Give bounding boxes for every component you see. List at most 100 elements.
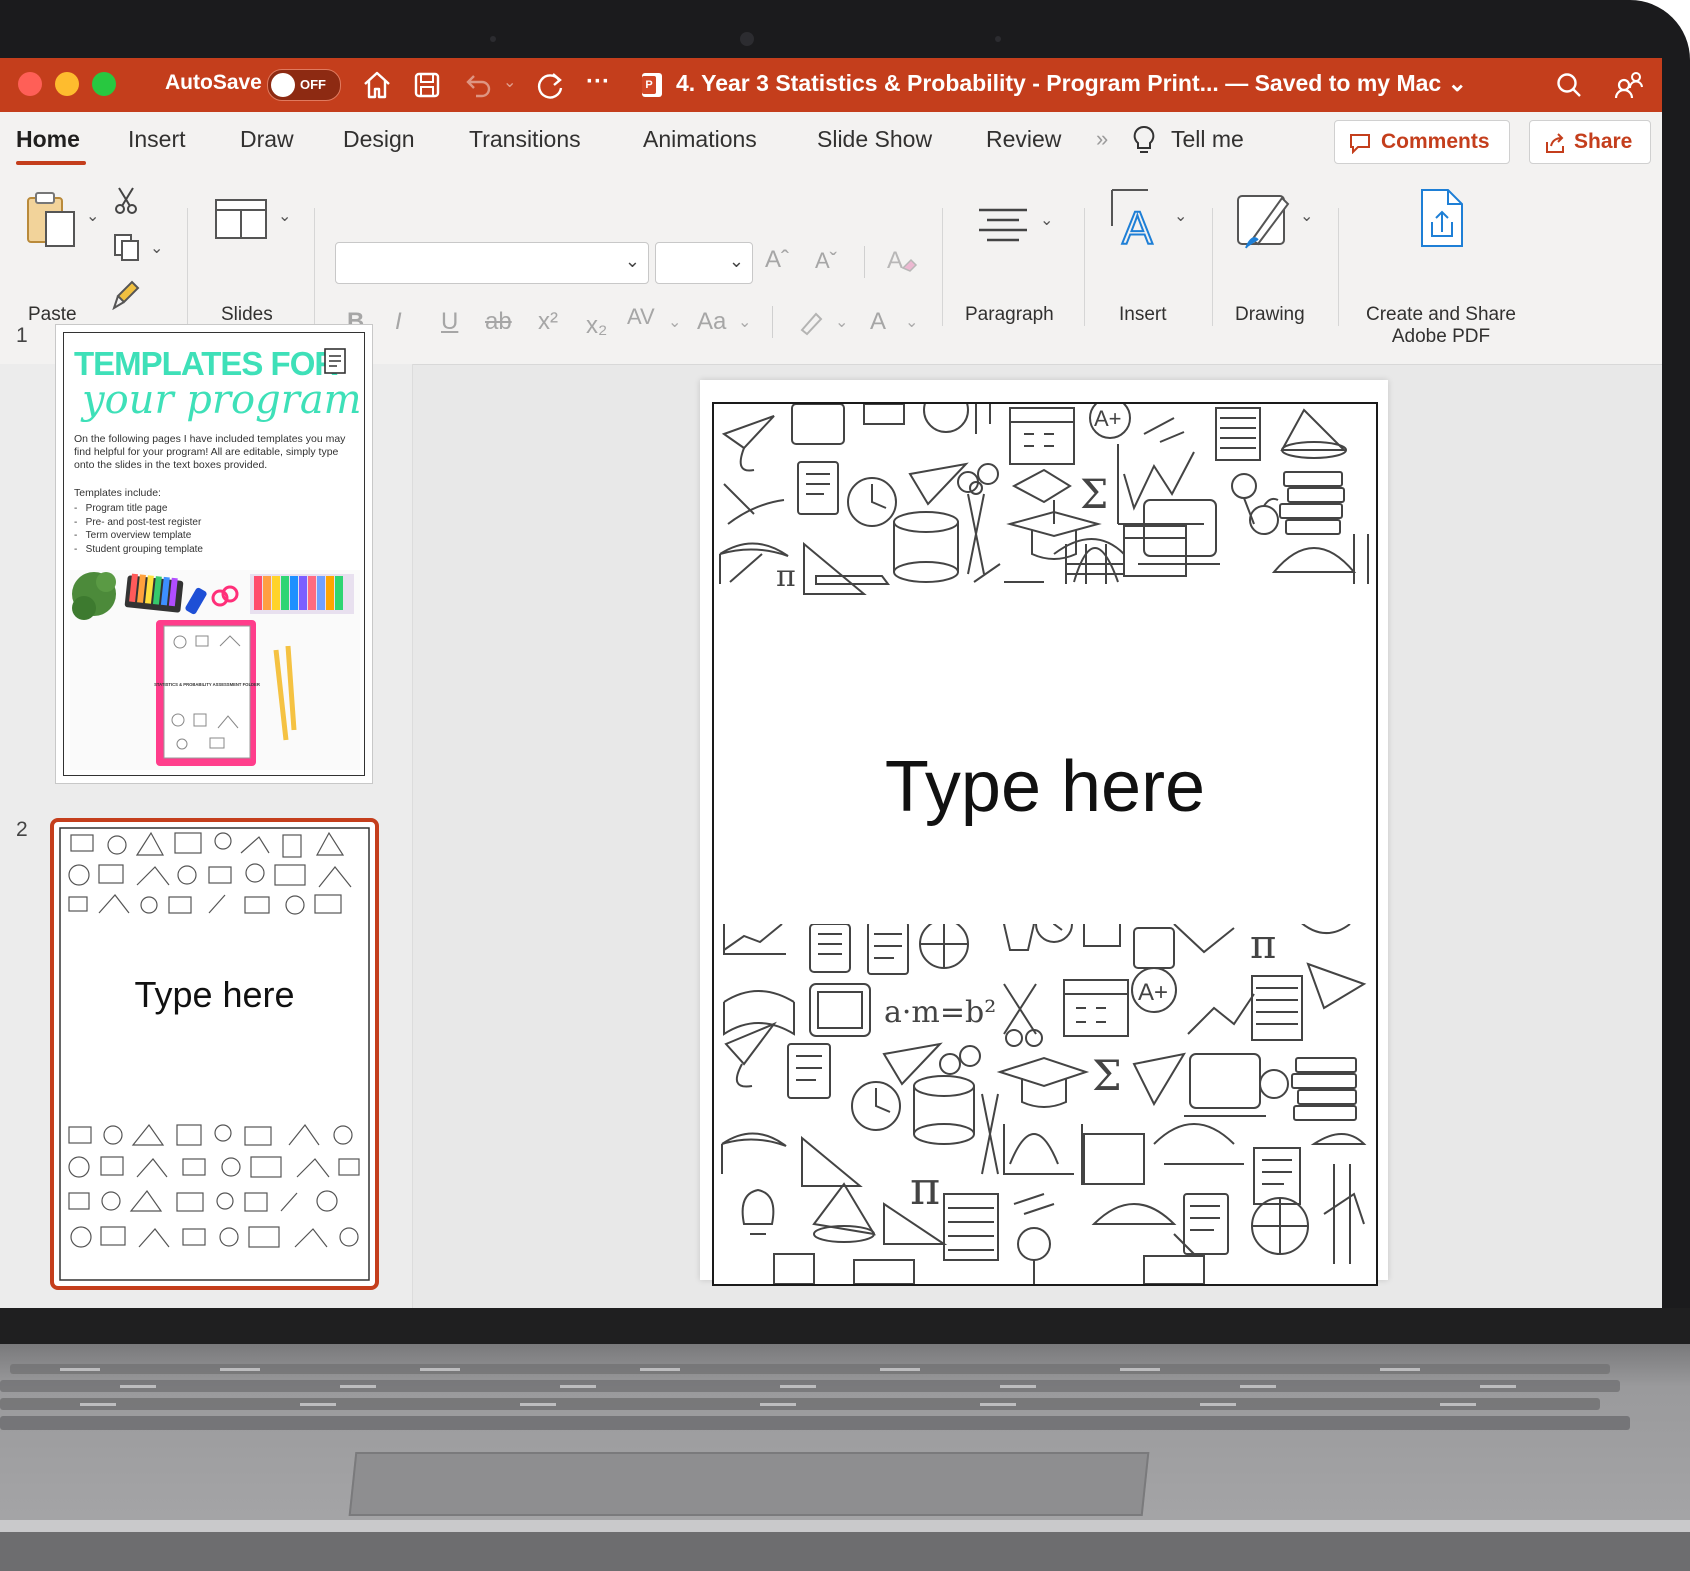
ribbon-separator	[942, 208, 943, 326]
undo-icon[interactable]	[462, 68, 496, 102]
paragraph-icon[interactable]	[975, 204, 1031, 248]
svg-text:Σ: Σ	[1092, 1051, 1122, 1100]
zoom-window-button[interactable]	[92, 72, 116, 96]
svg-text:A+: A+	[1094, 406, 1122, 431]
title-bar: AutoSave OFF ⌄ ··· P 4. Year 3 Statistic…	[0, 58, 1662, 112]
slide-number: 1	[16, 324, 28, 347]
powerpoint-file-icon: P	[642, 73, 662, 97]
font-color-button[interactable]: A	[870, 308, 886, 336]
svg-text:A+: A+	[1138, 979, 1168, 1006]
paste-dropdown-icon[interactable]: ⌄	[86, 206, 99, 226]
paste-label: Paste	[28, 304, 77, 325]
chevron-down-icon[interactable]: ⌄	[835, 312, 848, 332]
share-button[interactable]: Share	[1529, 120, 1651, 164]
subscript-button[interactable]: x₂	[586, 312, 607, 340]
thumb-doodle-pattern	[59, 827, 370, 1281]
ribbon-separator	[1212, 208, 1213, 326]
share-icon	[1546, 133, 1564, 153]
copy-icon[interactable]	[112, 232, 142, 262]
svg-text:π: π	[910, 1161, 940, 1215]
ribbon-separator	[314, 208, 315, 326]
font-size-combo[interactable]: ⌄	[655, 242, 753, 284]
redo-icon[interactable]	[533, 68, 567, 102]
close-window-button[interactable]	[18, 72, 42, 96]
tell-me-search[interactable]: Tell me	[1171, 126, 1244, 153]
svg-text:A: A	[887, 247, 903, 274]
italic-button[interactable]: I	[395, 308, 402, 336]
thumb-intro-text: On the following pages I have included t…	[74, 433, 346, 471]
tab-slide-show[interactable]: Slide Show	[817, 126, 932, 153]
autosave-toggle[interactable]: OFF	[267, 69, 341, 101]
slide-formula: a·m=b²	[884, 995, 996, 1030]
adobe-pdf-line2: Adobe PDF	[1391, 326, 1491, 347]
more-tabs-icon[interactable]: »	[1096, 126, 1108, 152]
underline-button[interactable]: U	[441, 308, 458, 336]
trackpad	[348, 1452, 1150, 1516]
ribbon-separator	[1338, 208, 1339, 326]
slide-thumbnail-2-selected[interactable]: Type here	[50, 818, 379, 1290]
home-icon[interactable]	[360, 68, 394, 102]
grow-font-button[interactable]: Aˆ	[765, 246, 789, 274]
minimize-window-button[interactable]	[55, 72, 79, 96]
chevron-down-icon[interactable]: ⌄	[668, 312, 681, 332]
ribbon-separator	[187, 208, 188, 326]
sensor	[995, 36, 1001, 42]
tab-transitions[interactable]: Transitions	[469, 126, 581, 153]
insert-dropdown-icon[interactable]: ⌄	[1174, 206, 1187, 226]
comment-icon	[1350, 134, 1370, 154]
account-icon[interactable]	[1612, 68, 1646, 102]
drawing-label: Drawing	[1235, 304, 1305, 325]
drawing-icon[interactable]	[1234, 188, 1296, 252]
clear-formatting-icon[interactable]: A	[883, 242, 919, 278]
save-icon[interactable]	[410, 68, 444, 102]
active-tab-indicator	[16, 161, 86, 165]
chevron-down-icon[interactable]: ⌄	[905, 312, 918, 332]
superscript-button[interactable]: x²	[538, 308, 558, 336]
slides-label: Slides	[221, 304, 273, 325]
highlighter-icon[interactable]	[796, 308, 826, 338]
list-item: - Term overview template	[74, 530, 192, 541]
adobe-pdf-icon[interactable]	[1416, 186, 1468, 250]
character-spacing-button[interactable]: AV	[627, 304, 655, 330]
thumb-includes-list: - Program title page - Pre- and post-tes…	[74, 502, 203, 556]
paste-icon[interactable]	[24, 190, 82, 250]
slide-canvas[interactable]: A+ Σ π π a·m=b² A+ Σ π Type here	[700, 380, 1388, 1286]
ribbon-separator	[864, 246, 865, 278]
tab-review[interactable]: Review	[986, 126, 1061, 153]
paragraph-dropdown-icon[interactable]: ⌄	[1040, 210, 1053, 230]
list-item: - Program title page	[74, 503, 168, 514]
slide-number: 2	[16, 818, 28, 841]
change-case-button[interactable]: Aa	[697, 308, 726, 336]
strikethrough-button[interactable]: ab	[485, 308, 512, 336]
tab-home[interactable]: Home	[16, 126, 80, 153]
shrink-font-button[interactable]: Aˇ	[815, 248, 837, 274]
clipboard-icon	[324, 348, 346, 374]
undo-dropdown-icon[interactable]: ⌄	[503, 72, 516, 92]
laptop-bottom	[0, 1532, 1690, 1571]
tab-animations[interactable]: Animations	[643, 126, 757, 153]
tab-insert[interactable]: Insert	[128, 126, 186, 153]
comments-button[interactable]: Comments	[1334, 120, 1510, 164]
document-title[interactable]: 4. Year 3 Statistics & Probability - Pro…	[676, 70, 1467, 97]
drawing-dropdown-icon[interactable]: ⌄	[1300, 206, 1313, 226]
chevron-down-icon[interactable]: ⌄	[738, 312, 751, 332]
webcam	[740, 32, 754, 46]
svg-text:π: π	[776, 559, 796, 594]
format-painter-icon[interactable]	[112, 276, 144, 310]
new-slide-icon[interactable]	[214, 196, 268, 242]
tab-draw[interactable]: Draw	[240, 126, 294, 153]
search-icon[interactable]	[1552, 68, 1586, 102]
slide-thumbnail-1[interactable]: TEMPLATES FOR your program On the follow…	[55, 324, 373, 784]
copy-dropdown-icon[interactable]: ⌄	[150, 238, 163, 258]
laptop-front-edge	[0, 1520, 1690, 1532]
svg-text:Σ: Σ	[1080, 472, 1108, 518]
svg-text:A: A	[1122, 202, 1153, 254]
font-name-combo[interactable]: ⌄	[335, 242, 649, 284]
more-commands-icon[interactable]: ···	[586, 68, 610, 96]
slides-dropdown-icon[interactable]: ⌄	[278, 206, 291, 226]
insert-textbox-icon[interactable]: A	[1108, 186, 1164, 254]
tab-design[interactable]: Design	[343, 126, 415, 153]
comments-label: Comments	[1381, 130, 1490, 153]
cut-icon[interactable]	[113, 186, 139, 216]
slide-title-text[interactable]: Type here	[714, 746, 1376, 828]
